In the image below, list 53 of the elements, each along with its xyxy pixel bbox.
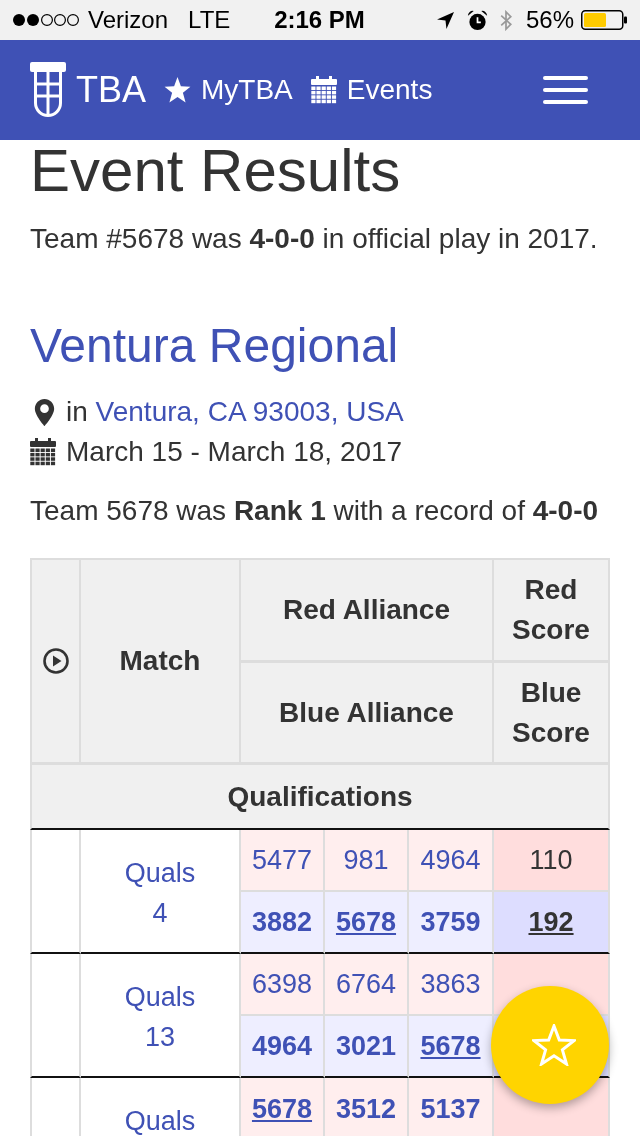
- team-link[interactable]: 3021: [335, 1030, 397, 1061]
- team-link[interactable]: 3882: [251, 906, 313, 937]
- clock-time: 2:16 PM: [274, 6, 365, 34]
- match-link[interactable]: Quals 4: [124, 853, 196, 933]
- team-link[interactable]: 5137: [420, 1094, 481, 1124]
- play-icon: [42, 648, 69, 674]
- team-link[interactable]: 3512: [335, 1094, 397, 1124]
- match-link[interactable]: Quals 13: [124, 977, 196, 1057]
- location-arrow-icon: [436, 11, 454, 29]
- carrier-name: Verizon: [88, 6, 169, 34]
- nav-link[interactable]: MyTBA: [164, 74, 293, 106]
- column-header: Red Score: [494, 558, 611, 663]
- calendar-icon: [310, 76, 337, 104]
- column-header: Blue Score: [494, 663, 611, 765]
- bluetooth-icon: [499, 9, 512, 31]
- calendar-icon: [30, 438, 56, 466]
- menu-icon[interactable]: [543, 76, 588, 104]
- column-header: Blue Alliance: [241, 663, 495, 765]
- team-link[interactable]: 5678: [335, 906, 397, 937]
- column-header: Red Alliance: [241, 558, 495, 663]
- column-header: Match: [81, 558, 241, 765]
- section-header: Qualifications: [30, 765, 611, 830]
- map-pin-icon: [34, 398, 55, 426]
- alarm-clock-icon: [466, 9, 488, 31]
- team-link[interactable]: 5477: [251, 844, 313, 875]
- page-title: Event Results: [30, 141, 402, 201]
- brand-link[interactable]: TBA: [30, 62, 146, 118]
- location-text: in Ventura, CA 93003, USA: [66, 395, 404, 429]
- star-icon: [532, 1024, 576, 1066]
- team-link[interactable]: 3759: [420, 906, 481, 937]
- signal-strength-icon: [12, 13, 80, 27]
- nav-link[interactable]: Events: [310, 74, 433, 106]
- battery-percentage: 56%: [525, 6, 574, 34]
- team-link[interactable]: 6398: [251, 968, 313, 999]
- team-link[interactable]: 4964: [420, 844, 481, 875]
- score-cell: 192: [494, 892, 611, 954]
- star-icon: [164, 77, 191, 103]
- team-link[interactable]: 5678: [251, 1094, 313, 1124]
- rank-summary: Team 5678 was Rank 1 with a record of 4-0-0: [30, 494, 600, 528]
- match-link[interactable]: Quals: [124, 1101, 196, 1136]
- team-link[interactable]: 6764: [335, 968, 397, 999]
- record-summary: Team #5678 was 4-0-0 in official play in 2017.: [30, 222, 599, 256]
- location-link[interactable]: Ventura, CA 93003, USA: [95, 396, 404, 427]
- team-link[interactable]: 3863: [420, 968, 481, 999]
- logo-icon: [30, 62, 66, 118]
- team-link[interactable]: 5678: [420, 1030, 481, 1061]
- team-link[interactable]: 4964: [251, 1030, 313, 1061]
- event-dates: March 15 - March 18, 2017: [66, 435, 403, 469]
- event-name-link[interactable]: Ventura Regional: [30, 319, 399, 372]
- score-cell: 110: [494, 830, 611, 892]
- team-link[interactable]: 981: [343, 844, 389, 875]
- network-type: LTE: [188, 6, 231, 34]
- battery-icon: [581, 10, 627, 30]
